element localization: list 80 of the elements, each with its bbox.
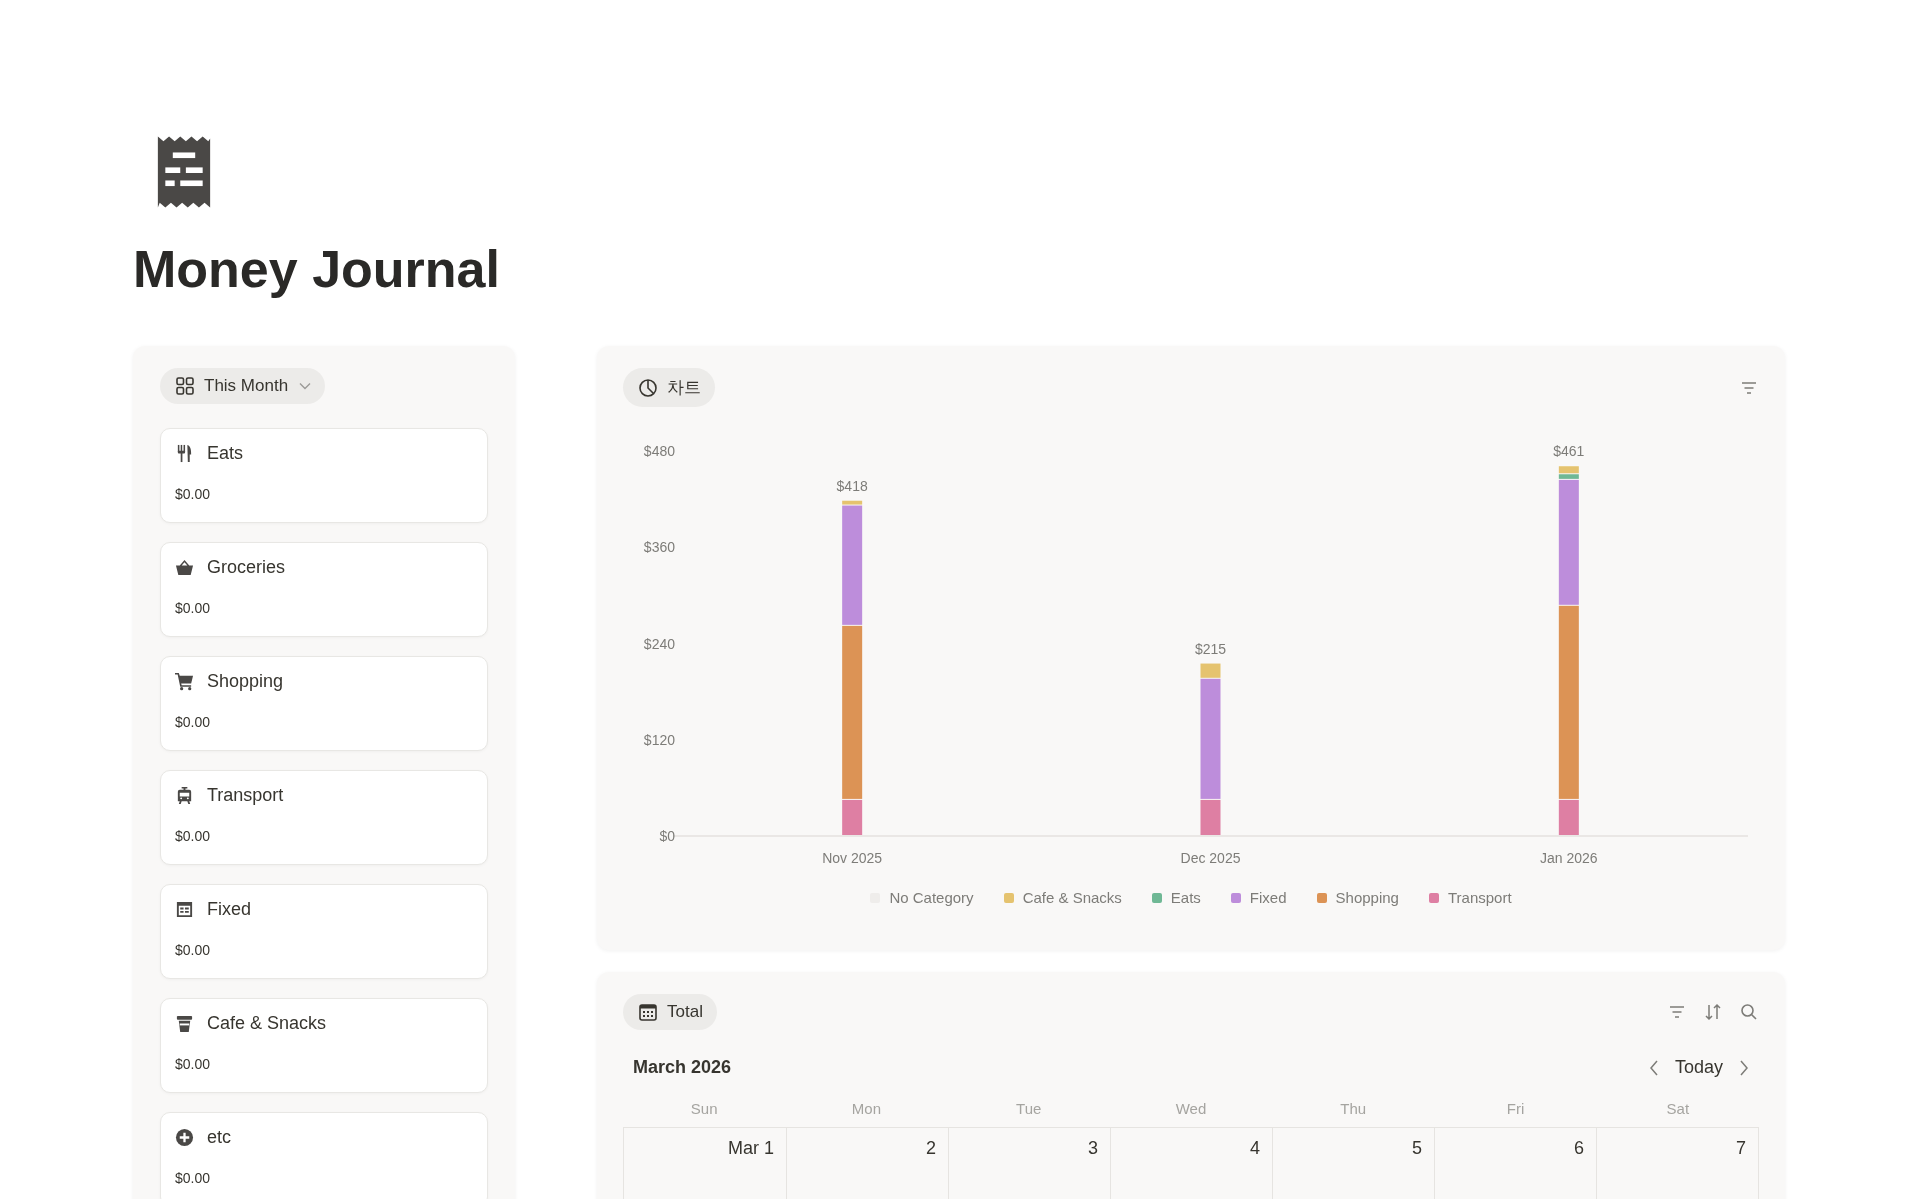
bar-total-label: $461: [1553, 443, 1585, 460]
category-name: Groceries: [207, 557, 286, 579]
cup-icon: [175, 1014, 194, 1034]
day-number: Mar 1: [728, 1138, 774, 1159]
legend-label: Shopping: [1335, 889, 1399, 907]
view-tab[interactable]: 차트: [623, 368, 715, 408]
category-name: Eats: [207, 443, 244, 465]
day-number: 2: [926, 1138, 936, 1159]
bar-total-label: $418: [836, 477, 868, 494]
x-tick-label: Jan 2026: [1540, 850, 1598, 867]
weekday-label: Wed: [1174, 1100, 1208, 1118]
receipt-icon: [156, 135, 212, 211]
day-cell[interactable]: 3: [948, 1128, 1110, 1199]
weekday-label: Tue: [1015, 1100, 1043, 1118]
x-tick-label: Nov 2025: [822, 850, 883, 867]
category-amount: $0.00: [175, 486, 212, 503]
category-amount: $0.00: [175, 1170, 212, 1187]
legend-label: Fixed: [1249, 889, 1287, 907]
legend-label: Transport: [1447, 889, 1512, 907]
category-name: Cafe & Snacks: [207, 1013, 327, 1035]
month-label: March 2026: [633, 1057, 732, 1079]
day-cell[interactable]: 7: [1596, 1128, 1758, 1199]
weekday-label: Sat: [1665, 1100, 1691, 1118]
category-card[interactable]: Transport $0.00: [160, 770, 488, 866]
legend-label: Cafe & Snacks: [1022, 889, 1122, 907]
bar-total-label: $215: [1194, 640, 1227, 657]
category-card[interactable]: etc $0.00: [160, 1112, 488, 1199]
chevron-down-icon: [299, 382, 312, 391]
tram-icon: [175, 786, 194, 806]
y-tick-label: $480: [643, 443, 675, 460]
calendar-icon: [175, 900, 194, 920]
legend-label: Eats: [1170, 889, 1201, 907]
category-card[interactable]: Cafe & Snacks $0.00: [160, 998, 488, 1094]
y-tick-label: $0: [659, 828, 675, 845]
cart-icon: [175, 672, 194, 692]
category-amount: $0.00: [175, 942, 212, 959]
category-name: Transport: [207, 785, 284, 807]
y-tick-label: $360: [643, 539, 675, 556]
category-name: Shopping: [207, 671, 284, 693]
page-title: Money Journal: [133, 241, 501, 299]
day-cell[interactable]: Mar 1: [624, 1128, 786, 1199]
weekday-label: Fri: [1505, 1100, 1526, 1118]
gallery-icon: [175, 376, 195, 397]
day-number: 3: [1088, 1138, 1098, 1159]
category-amount: $0.00: [175, 714, 212, 731]
legend-label: No Category: [889, 889, 974, 907]
category-amount: $0.00: [175, 600, 212, 617]
basket-icon: [175, 558, 194, 578]
fork-knife-icon: [175, 444, 194, 464]
category-card[interactable]: Shopping $0.00: [160, 656, 488, 752]
chevron-right-icon[interactable]: [1739, 1059, 1749, 1076]
y-tick-label: $120: [643, 731, 675, 748]
day-number: 6: [1574, 1138, 1584, 1159]
sort-icon[interactable]: [1703, 1002, 1723, 1023]
category-name: etc: [207, 1127, 231, 1149]
pie-chart-icon: [638, 377, 658, 398]
x-tick-label: Dec 2025: [1180, 850, 1241, 867]
category-card[interactable]: Groceries $0.00: [160, 542, 488, 638]
day-cell[interactable]: 4: [1110, 1128, 1272, 1199]
today-button[interactable]: Today: [1674, 1057, 1723, 1079]
plus-circle-icon: [175, 1128, 194, 1148]
day-number: 5: [1412, 1138, 1422, 1159]
category-amount: $0.00: [175, 1056, 212, 1073]
view-tab[interactable]: Total: [623, 994, 717, 1031]
day-cell[interactable]: 5: [1272, 1128, 1434, 1199]
category-name: Fixed: [207, 899, 251, 921]
day-number: 4: [1250, 1138, 1260, 1159]
chevron-left-icon[interactable]: [1648, 1059, 1659, 1076]
y-tick-label: $240: [643, 635, 675, 652]
category-card[interactable]: Eats $0.00: [160, 428, 488, 524]
day-cell[interactable]: 6: [1434, 1128, 1596, 1199]
weekday-label: Thu: [1339, 1100, 1368, 1118]
weekday-label: Sun: [689, 1100, 719, 1118]
calendar-icon: [638, 1002, 658, 1023]
weekday-label: Mon: [850, 1100, 882, 1118]
view-tab[interactable]: This Month: [160, 368, 326, 405]
day-number: 7: [1736, 1138, 1746, 1159]
day-cell[interactable]: 2: [786, 1128, 948, 1199]
category-card[interactable]: Fixed $0.00: [160, 884, 488, 980]
category-amount: $0.00: [175, 828, 212, 845]
